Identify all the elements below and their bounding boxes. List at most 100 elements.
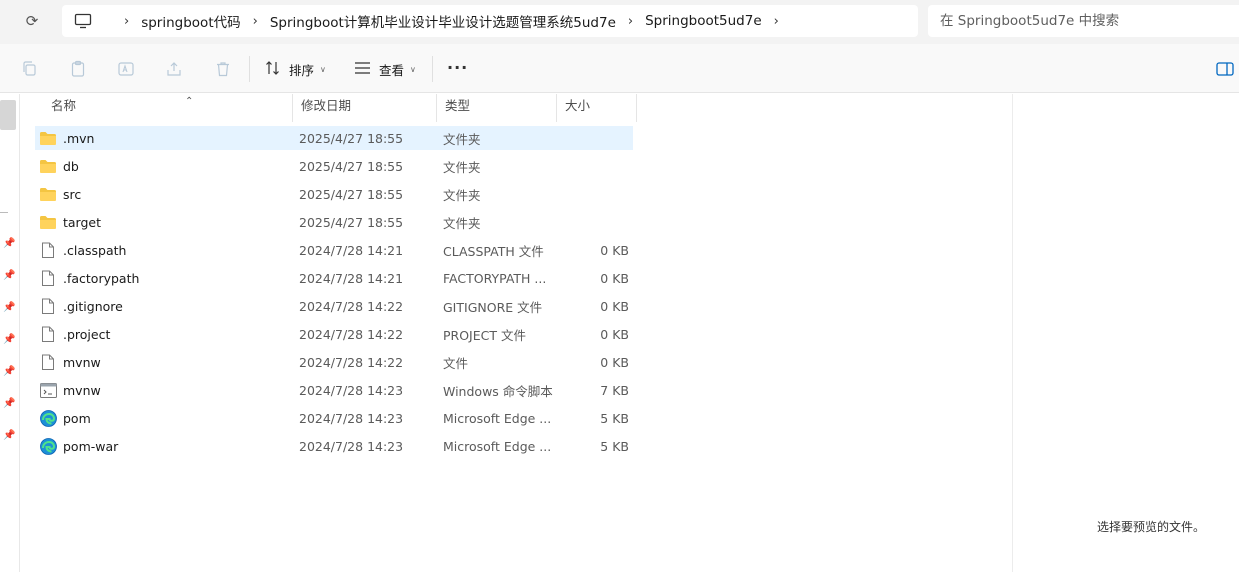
refresh-icon[interactable]: ⟳ xyxy=(20,11,44,31)
file-row[interactable]: .gitignore 2024/7/28 14:22 GITIGNORE 文件 0 K… xyxy=(35,294,633,318)
details-pane-icon[interactable] xyxy=(1216,61,1234,77)
pin-icon[interactable]: 📌 xyxy=(3,238,15,250)
chevron-right-icon[interactable]: › xyxy=(124,14,129,29)
file-row[interactable]: db 2025/4/27 18:55 文件夹 xyxy=(35,154,633,178)
file-row[interactable]: .project 2024/7/28 14:22 PROJECT 文件 0 KB xyxy=(35,322,633,346)
file-row[interactable]: .classpath 2024/7/28 14:21 CLASSPATH 文件 0 K… xyxy=(35,238,633,262)
file-date: 2024/7/28 14:21 xyxy=(299,242,404,258)
pin-icon[interactable]: 📌 xyxy=(3,334,15,346)
more-options-button[interactable]: ··· xyxy=(447,58,468,77)
copy-icon[interactable] xyxy=(20,59,40,79)
breadcrumb-item[interactable]: Springboot5ud7e xyxy=(645,13,762,29)
file-icon xyxy=(39,326,57,342)
paste-icon[interactable] xyxy=(68,59,88,79)
share-icon[interactable] xyxy=(164,59,184,79)
sort-button[interactable]: 排序 ∨ xyxy=(265,58,326,80)
file-icon xyxy=(39,298,57,314)
pin-icon[interactable]: 📌 xyxy=(3,302,15,314)
file-row[interactable]: pom-war 2024/7/28 14:23 Microsoft Edge ...… xyxy=(35,434,633,458)
file-size: 0 KB xyxy=(600,242,629,258)
file-name: .gitignore xyxy=(63,298,123,314)
file-row[interactable]: pom 2024/7/28 14:23 Microsoft Edge ... 5 KB xyxy=(35,406,633,430)
file-name: .classpath xyxy=(63,242,127,258)
file-size: 5 KB xyxy=(600,438,629,454)
file-type: 文件夹 xyxy=(443,131,481,147)
file-name: src xyxy=(63,186,82,202)
sort-label: 排序 xyxy=(289,62,315,78)
chevron-right-icon[interactable]: › xyxy=(628,14,633,29)
file-type: GITIGNORE 文件 xyxy=(443,299,543,315)
view-label: 查看 xyxy=(379,62,405,78)
file-row[interactable]: target 2025/4/27 18:55 文件夹 xyxy=(35,210,633,234)
file-type: 文件 xyxy=(443,355,469,371)
sort-ascending-icon: ⌃ xyxy=(185,96,194,107)
file-row[interactable]: mvnw 2024/7/28 14:22 文件 0 KB xyxy=(35,350,633,374)
file-date: 2024/7/28 14:22 xyxy=(299,326,404,342)
column-type[interactable]: 类型 xyxy=(437,94,557,122)
column-type-label: 类型 xyxy=(445,98,471,113)
file-date: 2025/4/27 18:55 xyxy=(299,130,404,146)
file-name-cell: .classpath xyxy=(39,242,126,258)
breadcrumb-item[interactable]: Springboot计算机毕业设计毕业设计选题管理系统5ud7e xyxy=(270,11,616,31)
preview-empty-text: 选择要预览的文件。 xyxy=(1097,520,1206,534)
column-size[interactable]: 大小 xyxy=(557,94,637,122)
computer-icon[interactable] xyxy=(74,12,94,30)
file-name-cell: mvnw xyxy=(39,382,101,398)
column-date-label: 修改日期 xyxy=(301,98,352,113)
file-type: Microsoft Edge ... xyxy=(443,438,552,454)
file-type: CLASSPATH 文件 xyxy=(443,243,544,259)
column-name[interactable]: 名称 ⌃ xyxy=(43,94,293,122)
file-row[interactable]: .factorypath 2024/7/28 14:21 FACTORYPATH .… xyxy=(35,266,633,290)
file-size: 0 KB xyxy=(600,270,629,286)
file-date: 2025/4/27 18:55 xyxy=(299,214,404,230)
file-type: 文件夹 xyxy=(443,187,481,203)
file-name: pom-war xyxy=(63,438,119,454)
file-date: 2024/7/28 14:21 xyxy=(299,270,404,286)
search-input[interactable]: 在 Springboot5ud7e 中搜索 xyxy=(928,5,1239,37)
file-row[interactable]: .mvn 2025/4/27 18:55 文件夹 xyxy=(35,126,633,150)
file-name: target xyxy=(63,214,102,230)
file-type: Microsoft Edge ... xyxy=(443,410,552,426)
file-size: 0 KB xyxy=(600,298,629,314)
pin-icon[interactable]: 📌 xyxy=(3,430,15,442)
file-name: .factorypath xyxy=(63,270,140,286)
file-row[interactable]: mvnw 2024/7/28 14:23 Windows 命令脚本 7 KB xyxy=(35,378,633,402)
file-name: .mvn xyxy=(63,130,95,146)
column-date[interactable]: 修改日期 xyxy=(293,94,437,122)
folder-icon xyxy=(39,130,57,146)
address-bar: ⟳ › springboot代码 › Springboot计算机毕业设计毕业设计… xyxy=(0,0,1239,44)
delete-icon[interactable] xyxy=(213,59,233,79)
breadcrumb-item[interactable]: springboot代码 xyxy=(141,11,240,31)
file-size: 0 KB xyxy=(600,326,629,342)
file-row[interactable]: src 2025/4/27 18:55 文件夹 xyxy=(35,182,633,206)
file-name: .project xyxy=(63,326,111,342)
file-date: 2024/7/28 14:22 xyxy=(299,354,404,370)
file-date: 2024/7/28 14:23 xyxy=(299,410,404,426)
edge-icon xyxy=(39,437,57,455)
nav-divider xyxy=(0,212,8,213)
file-date: 2024/7/28 14:23 xyxy=(299,382,404,398)
file-list: 名称 ⌃ 修改日期 类型 大小 .mvn 2025/4/27 18:55 文件夹 db… xyxy=(21,94,1011,572)
command-bar: 排序 ∨ 查看 ∨ ··· xyxy=(0,44,1239,93)
column-size-label: 大小 xyxy=(565,98,591,113)
file-size: 0 KB xyxy=(600,354,629,370)
rename-icon[interactable] xyxy=(116,59,136,79)
toolbar-divider xyxy=(432,56,433,82)
pin-icon[interactable]: 📌 xyxy=(3,366,15,378)
pin-icon[interactable]: 📌 xyxy=(3,398,15,410)
file-name-cell: mvnw xyxy=(39,354,101,370)
column-name-label: 名称 xyxy=(51,98,77,113)
file-name: pom xyxy=(63,410,91,426)
file-name-cell: target xyxy=(39,214,101,230)
scrollbar-thumb[interactable] xyxy=(0,100,16,130)
pin-icon[interactable]: 📌 xyxy=(3,270,15,282)
folder-icon xyxy=(39,186,57,202)
chevron-right-icon[interactable]: › xyxy=(774,14,779,29)
file-name-cell: pom-war xyxy=(39,437,119,455)
breadcrumb[interactable]: › springboot代码 › Springboot计算机毕业设计毕业设计选题… xyxy=(62,5,918,37)
file-icon xyxy=(39,242,57,258)
file-name-cell: .factorypath xyxy=(39,270,139,286)
chevron-right-icon[interactable]: › xyxy=(253,14,258,29)
view-button[interactable]: 查看 ∨ xyxy=(354,58,416,80)
column-header: 名称 ⌃ 修改日期 类型 大小 xyxy=(21,94,641,122)
